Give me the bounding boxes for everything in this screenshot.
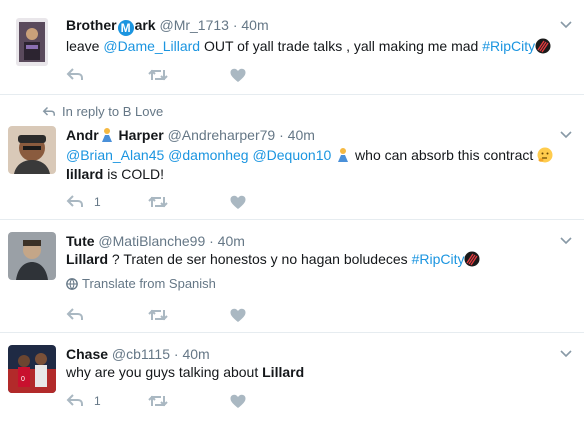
chevron-down-icon[interactable] — [560, 128, 572, 140]
tweet-text: why are you guys talking about Lillard — [66, 364, 305, 380]
like-button[interactable] — [230, 193, 246, 211]
mention-link[interactable]: @Dame_Lillard — [103, 38, 200, 54]
timestamp[interactable]: · 40m — [233, 17, 269, 33]
display-name[interactable]: Chase — [66, 346, 108, 362]
tweet-text: leave @Dame_Lillard OUT of yall trade ta… — [66, 37, 570, 56]
trail-blazers-logo-icon — [535, 38, 551, 54]
user-handle[interactable]: @MatiBlanche99 — [98, 233, 205, 249]
tweet-text: Lillard ? Traten de ser honestos y no ha… — [66, 250, 570, 269]
user-handle[interactable]: @Mr_1713 — [159, 17, 228, 33]
timestamp[interactable]: · 40m — [174, 346, 210, 362]
chevron-down-icon[interactable] — [560, 234, 572, 246]
retweet-icon — [148, 395, 168, 407]
thinking-face-icon — [537, 147, 553, 163]
timeline-feed: Brother Mark @Mr_1713 · 40m leave @Dame_L… — [0, 0, 584, 422]
retweet-icon — [148, 196, 168, 208]
tweet-header: Tute @MatiBlanche99 · 40m — [66, 232, 245, 250]
reply-count: 1 — [94, 394, 101, 408]
heart-icon — [230, 308, 246, 322]
chevron-down-icon[interactable] — [560, 347, 572, 359]
tweet-header: Brother Mark @Mr_1713 · 40m — [66, 16, 269, 36]
reply-count: 1 — [94, 195, 101, 209]
tweet-text: @Brian_Alan45 @damonheg @Dequon10 who ca… — [66, 146, 570, 184]
retweet-icon — [148, 69, 168, 81]
reply-icon — [66, 195, 83, 207]
display-name[interactable]: Tute — [66, 233, 95, 249]
retweet-button[interactable] — [148, 193, 168, 211]
avatar[interactable]: 0 — [8, 345, 56, 393]
heart-icon — [230, 68, 246, 82]
avatar[interactable] — [8, 232, 56, 280]
trail-blazers-logo-icon — [464, 251, 480, 267]
retweet-icon — [148, 309, 168, 321]
display-name[interactable]: Brother Mark — [66, 17, 156, 36]
heart-icon — [230, 195, 246, 209]
reply-context[interactable]: In reply to B Love — [42, 104, 163, 119]
tweet[interactable]: In reply to B Love Andr Harper @Andrehar… — [0, 95, 584, 220]
translate-link[interactable]: Translate from Spanish — [66, 276, 216, 291]
reply-icon — [66, 394, 83, 406]
translate-label: Translate from Spanish — [82, 276, 216, 291]
mention-link[interactable]: @Brian_Alan45 — [66, 147, 164, 163]
person-emoji-icon — [338, 148, 349, 162]
avatar[interactable] — [8, 126, 56, 174]
reply-button[interactable] — [66, 306, 84, 324]
mention-link[interactable]: @Dequon10 — [252, 147, 331, 163]
heart-icon — [230, 394, 246, 408]
user-handle[interactable]: @Andreharper79 — [168, 127, 276, 143]
retweet-button[interactable] — [148, 392, 168, 410]
retweet-button[interactable] — [148, 66, 168, 84]
reply-icon — [66, 308, 83, 320]
hashtag-link[interactable]: #RipCity — [482, 38, 535, 54]
bold-keyword: lillard — [66, 166, 104, 182]
bold-keyword: Lillard — [262, 364, 305, 380]
timestamp[interactable]: · 40m — [279, 127, 315, 143]
timestamp[interactable]: · 40m — [209, 233, 245, 249]
like-button[interactable] — [230, 392, 246, 410]
reply-icon — [42, 106, 55, 116]
bold-keyword: Lillard — [66, 251, 109, 267]
reply-button[interactable]: 1 — [66, 193, 101, 211]
display-name[interactable]: Andr Harper — [66, 127, 164, 143]
reply-icon — [66, 68, 83, 80]
tweet[interactable]: 0 Chase @cb1115 · 40m why are you guys t… — [0, 333, 584, 422]
globe-icon — [66, 277, 78, 290]
retweet-button[interactable] — [148, 306, 168, 324]
hashtag-link[interactable]: #RipCity — [412, 251, 465, 267]
mention-link[interactable]: @damonheg — [168, 147, 248, 163]
like-button[interactable] — [230, 66, 246, 84]
person-emoji-icon — [101, 128, 112, 142]
tweet-header: Chase @cb1115 · 40m — [66, 345, 210, 363]
tweet[interactable]: Brother Mark @Mr_1713 · 40m leave @Dame_L… — [0, 0, 584, 95]
chevron-down-icon[interactable] — [560, 18, 572, 30]
like-button[interactable] — [230, 306, 246, 324]
reply-context-label: In reply to B Love — [62, 104, 164, 119]
svg-text:0: 0 — [21, 376, 25, 383]
avatar[interactable] — [16, 18, 48, 66]
tweet-header: Andr Harper @Andreharper79 · 40m — [66, 126, 315, 144]
user-handle[interactable]: @cb1115 — [112, 346, 170, 362]
reply-button[interactable] — [66, 66, 84, 84]
m-badge-icon: M — [117, 20, 134, 36]
reply-button[interactable]: 1 — [66, 392, 101, 410]
tweet[interactable]: Tute @MatiBlanche99 · 40m Lillard ? Trat… — [0, 220, 584, 333]
